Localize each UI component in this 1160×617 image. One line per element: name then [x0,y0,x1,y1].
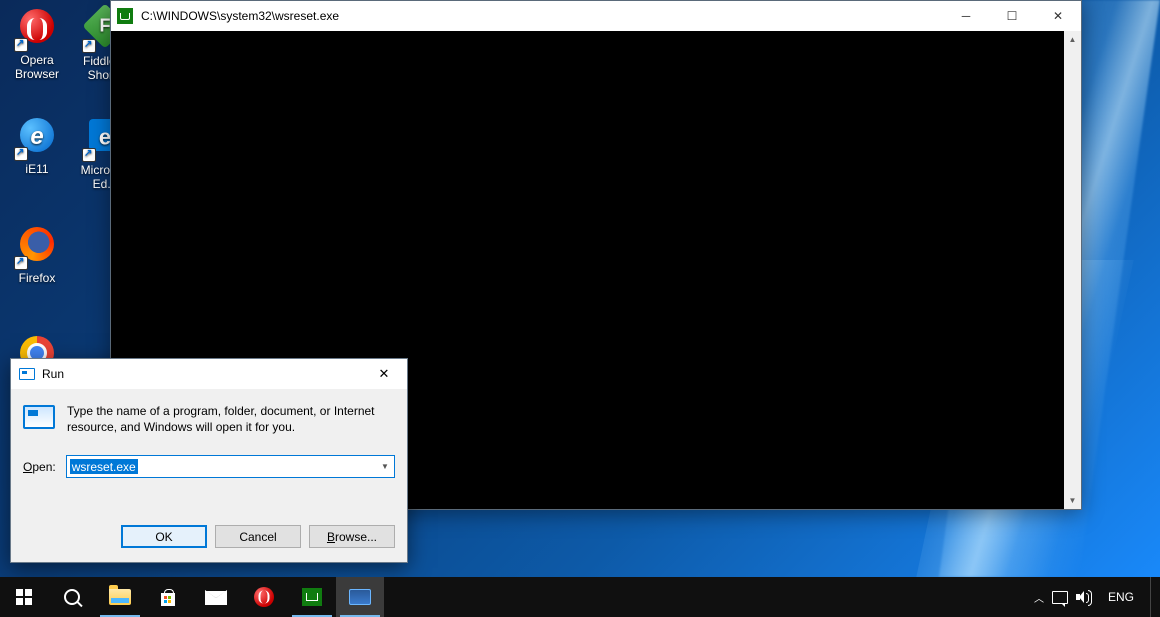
store-icon [302,588,322,606]
cancel-button[interactable]: Cancel [215,525,301,548]
scroll-up-button[interactable]: ▲ [1064,31,1081,48]
explorer-icon [109,589,131,605]
taskbar-opera[interactable] [240,577,288,617]
volume-icon[interactable] [1076,590,1092,604]
window-title: C:\WINDOWS\system32\wsreset.exe [141,9,339,23]
run-description: Type the name of a program, folder, docu… [67,403,395,435]
minimize-button[interactable]: ─ [943,1,989,31]
close-button[interactable]: ✕ [1035,1,1081,31]
icon-label: iE11 [2,162,72,176]
run-icon [23,405,55,429]
system-tray[interactable]: ︿ ENG [1034,577,1160,617]
run-icon [19,368,35,380]
browse-button[interactable]: Browse... [309,525,395,548]
windows-icon [16,589,32,605]
desktop-icon-ie11[interactable]: iE11 [2,115,72,176]
open-combobox[interactable]: wsreset.exe ▼ [66,455,395,478]
titlebar[interactable]: C:\WINDOWS\system32\wsreset.exe ─ ☐ ✕ [111,1,1081,31]
maximize-button[interactable]: ☐ [989,1,1035,31]
tray-overflow-button[interactable]: ︿ [1034,590,1044,605]
action-center-icon[interactable] [1052,591,1068,604]
opera-icon [254,587,274,607]
taskbar-store-app[interactable] [288,577,336,617]
start-button[interactable] [0,577,48,617]
mail-icon [205,590,227,605]
taskbar-store[interactable] [144,577,192,617]
vertical-scrollbar[interactable]: ▲ ▼ [1064,31,1081,509]
taskbar[interactable]: ︿ ENG [0,577,1160,617]
icon-label: Opera Browser [2,53,72,81]
open-value-selected: wsreset.exe [70,459,138,474]
desktop-icon-firefox[interactable]: Firefox [2,224,72,285]
taskbar-mail[interactable] [192,577,240,617]
dropdown-button[interactable]: ▼ [376,456,394,477]
search-button[interactable] [48,577,96,617]
run-icon [349,589,371,605]
scroll-down-button[interactable]: ▼ [1064,492,1081,509]
open-label: Open: [23,460,56,474]
icon-label: Firefox [2,271,72,285]
store-icon [117,8,133,24]
search-icon [64,589,80,605]
taskbar-explorer[interactable] [96,577,144,617]
scroll-track[interactable] [1064,48,1081,492]
close-button[interactable]: ✕ [369,359,399,389]
ok-button[interactable]: OK [121,525,207,548]
titlebar[interactable]: Run ✕ [11,359,407,389]
taskbar-run[interactable] [336,577,384,617]
run-dialog[interactable]: Run ✕ Type the name of a program, folder… [10,358,408,563]
language-indicator[interactable]: ENG [1100,590,1142,604]
window-title: Run [42,367,64,381]
show-desktop-button[interactable] [1150,577,1156,617]
desktop-icon-opera[interactable]: Opera Browser [2,6,72,81]
store-icon [159,588,177,606]
